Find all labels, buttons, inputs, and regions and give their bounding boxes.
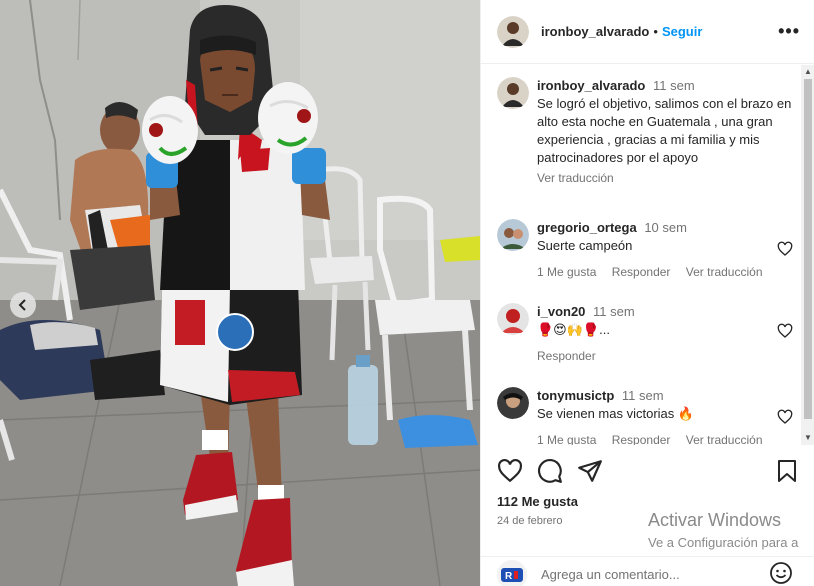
chevron-left-icon	[18, 299, 26, 311]
avatar-image	[497, 77, 529, 109]
follow-button[interactable]: Seguir	[662, 24, 702, 39]
heart-icon[interactable]	[777, 241, 793, 257]
comment-text: 🥊😍🙌🥊...	[537, 322, 610, 337]
scroll-down-arrow-icon[interactable]: ▼	[804, 433, 812, 443]
translate-link[interactable]: Ver traducción	[686, 265, 763, 279]
translate-link[interactable]: Ver traducción	[686, 433, 763, 445]
comment-text: Se vienen mas victorias 🔥	[537, 406, 695, 421]
comment-text: Suerte campeón	[537, 238, 633, 253]
heart-icon[interactable]	[497, 458, 523, 484]
heart-icon[interactable]	[777, 409, 793, 425]
caption-username[interactable]: ironboy_alvarado	[537, 78, 645, 93]
caption-text: Se logró el objetivo, salimos con el bra…	[537, 96, 792, 165]
separator-dot: •	[653, 24, 658, 39]
post-actions	[497, 458, 801, 486]
avatar-image	[497, 15, 529, 48]
add-comment-bar: R Agrega un comentario...	[481, 556, 814, 586]
author-username[interactable]: ironboy_alvarado	[541, 24, 649, 39]
svg-text:R: R	[505, 571, 513, 582]
likes-count[interactable]: 112 Me gusta	[497, 494, 578, 509]
post-photo	[0, 0, 480, 586]
post-side-panel: ironboy_alvarado • Seguir ••• ironboy_al…	[480, 0, 814, 586]
comment-username[interactable]: tonymusictp	[537, 388, 614, 403]
caption-time[interactable]: 11 sem	[653, 78, 695, 93]
avatar-image	[497, 219, 529, 251]
comment-time: 11 sem	[593, 304, 635, 319]
current-user-avatar: R	[497, 559, 527, 586]
heart-icon[interactable]	[777, 323, 793, 339]
avatar-image	[497, 303, 529, 335]
comment-username[interactable]: i_von20	[537, 304, 585, 319]
user-logo-icon: R	[501, 567, 523, 582]
comment-input[interactable]: Agrega un comentario...	[541, 567, 680, 582]
share-icon[interactable]	[577, 458, 603, 484]
windows-activation-watermark: Activar Windows Ve a Configuración para …	[648, 510, 798, 550]
comment-likes[interactable]: 1 Me gusta	[537, 433, 596, 445]
scroll-up-arrow-icon[interactable]: ▲	[804, 67, 812, 77]
comment-icon[interactable]	[537, 458, 563, 484]
commenter-avatar[interactable]	[497, 303, 529, 335]
comments-scrollbar[interactable]: ▲ ▼	[801, 65, 814, 445]
commenter-avatar[interactable]	[497, 387, 529, 419]
caption-avatar[interactable]	[497, 77, 529, 109]
comment-username[interactable]: gregorio_ortega	[537, 220, 637, 235]
comments-list[interactable]: ironboy_alvarado 11 sem Se logró el obje…	[481, 65, 803, 445]
caption-block: ironboy_alvarado 11 sem Se logró el obje…	[497, 77, 793, 187]
watermark-subtitle: Ve a Configuración para a	[648, 535, 799, 550]
reply-button[interactable]: Responder	[537, 349, 596, 363]
emoji-icon[interactable]	[769, 561, 793, 585]
reply-button[interactable]: Responder	[612, 433, 671, 445]
post-header: ironboy_alvarado • Seguir •••	[481, 0, 814, 64]
comment-item: tonymusictp 11 sem Se vienen mas victori…	[497, 387, 793, 445]
avatar-image	[497, 387, 529, 419]
comment-time: 10 sem	[644, 220, 687, 235]
caption-translate-link[interactable]: Ver traducción	[537, 169, 793, 187]
comment-time: 11 sem	[621, 388, 664, 403]
previous-photo-button[interactable]	[10, 292, 36, 318]
author-avatar[interactable]	[497, 15, 529, 48]
post-date[interactable]: 24 de febrero	[497, 515, 562, 527]
scrollbar-thumb[interactable]	[804, 79, 812, 419]
commenter-avatar[interactable]	[497, 219, 529, 251]
comment-item: gregorio_ortega 10 sem Suerte campeón 1 …	[497, 219, 793, 281]
boxer-photo	[0, 0, 480, 586]
reply-button[interactable]: Responder	[612, 265, 671, 279]
comment-item: i_von20 11 sem 🥊😍🙌🥊... Responder	[497, 303, 793, 365]
watermark-title: Activar Windows	[648, 510, 782, 530]
bookmark-icon[interactable]	[775, 458, 799, 484]
comment-likes[interactable]: 1 Me gusta	[537, 265, 596, 279]
more-options-button[interactable]: •••	[778, 21, 800, 42]
